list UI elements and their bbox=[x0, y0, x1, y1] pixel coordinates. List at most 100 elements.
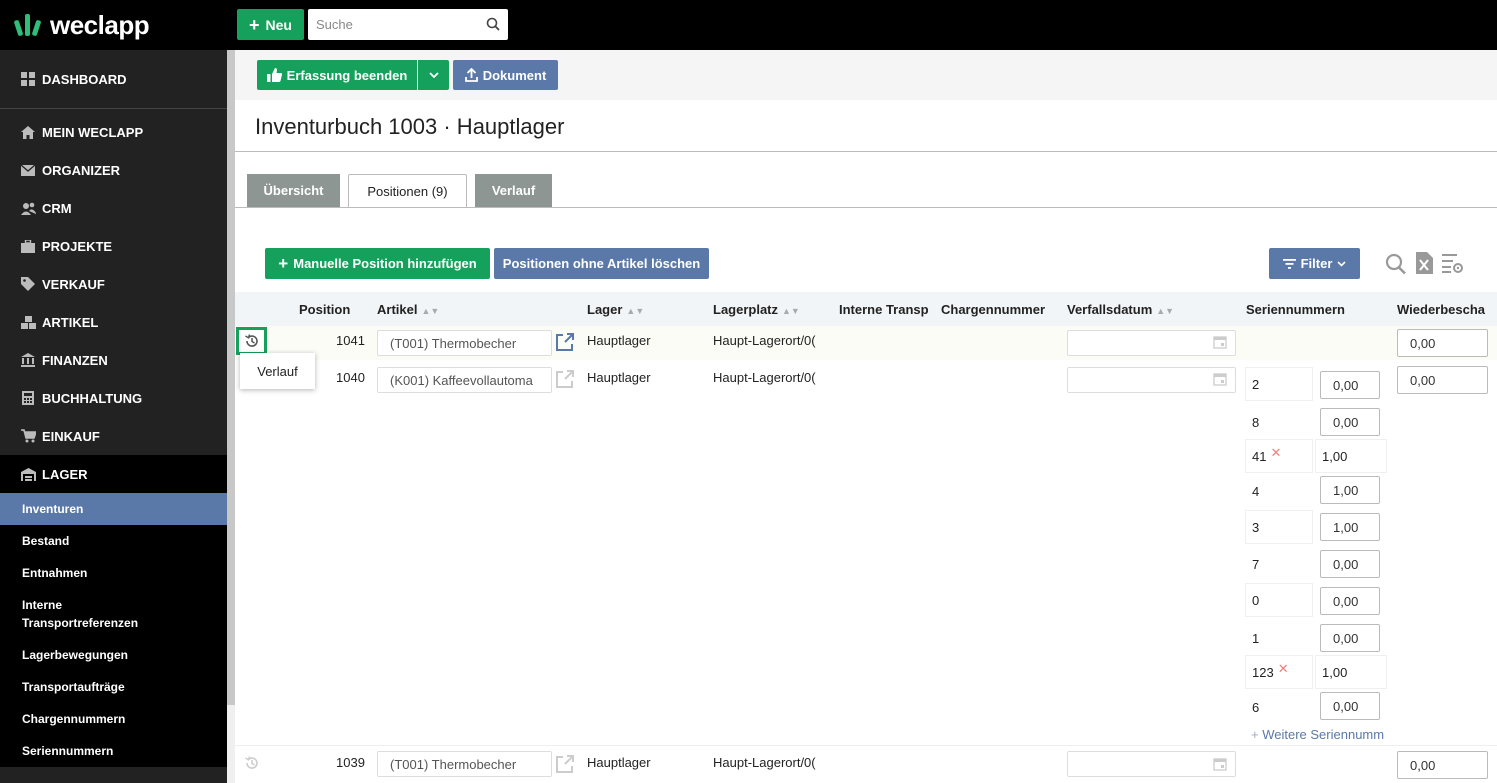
page-title: Inventurbuch 1003 · Hauptlager bbox=[255, 114, 565, 139]
row-divider bbox=[235, 745, 1497, 746]
replacement-value-field[interactable]: 0,00 bbox=[1397, 329, 1488, 357]
sidebar-sub-seriennummern[interactable]: Seriennummern bbox=[0, 735, 227, 767]
sidebar-sub-chargennummern[interactable]: Chargennummern bbox=[0, 703, 227, 735]
column-header-seriennummern[interactable]: Seriennummern bbox=[1246, 302, 1345, 317]
lager-cell: Hauptlager bbox=[587, 333, 651, 348]
table-search-icon[interactable] bbox=[1385, 252, 1407, 276]
history-icon[interactable] bbox=[244, 755, 260, 771]
serial-number: 4 bbox=[1252, 483, 1260, 499]
column-header-artikel[interactable]: Artikel ▲▼ bbox=[377, 302, 439, 317]
filter-icon bbox=[1282, 258, 1296, 269]
expiry-date-field[interactable] bbox=[1067, 751, 1236, 777]
add-manual-position-button[interactable]: + Manuelle Position hinzufügen bbox=[265, 248, 490, 279]
more-serial-numbers-link[interactable]: + Weitere Seriennumm bbox=[1251, 727, 1387, 742]
lager-cell: Hauptlager bbox=[587, 370, 651, 385]
filter-button[interactable]: Filter bbox=[1269, 248, 1360, 279]
sidebar-item-buchhaltung[interactable]: BUCHHALTUNG bbox=[0, 379, 227, 417]
sidebar-sub-transportauftraege[interactable]: Transportaufträge bbox=[0, 671, 227, 703]
lagerplatz-cell: Haupt-Lagerort/0( bbox=[713, 333, 816, 348]
replacement-value-field[interactable]: 0,00 bbox=[1397, 366, 1488, 394]
sidebar-item-lager[interactable]: LAGER bbox=[0, 455, 227, 493]
column-header-verfallsdatum[interactable]: Verfallsdatum ▲▼ bbox=[1067, 302, 1174, 317]
position-cell: 1039 bbox=[336, 755, 365, 770]
sidebar-scrollbar-thumb[interactable] bbox=[227, 50, 235, 705]
search-icon[interactable] bbox=[486, 17, 500, 31]
title-divider bbox=[235, 151, 1497, 152]
column-header-position[interactable]: Position bbox=[299, 302, 350, 317]
serial-number-item: 123 ✕ bbox=[1245, 655, 1313, 689]
delete-positions-without-article-button[interactable]: Positionen ohne Artikel löschen bbox=[494, 248, 709, 279]
lagerplatz-cell: Haupt-Lagerort/0( bbox=[713, 755, 816, 770]
serial-quantity-field[interactable]: 0,00 bbox=[1320, 371, 1380, 399]
serial-quantity-field[interactable]: 0,00 bbox=[1320, 408, 1380, 436]
new-button-label: Neu bbox=[265, 16, 292, 33]
sidebar-item-finanzen[interactable]: FINANZEN bbox=[0, 341, 227, 379]
tab-verlauf[interactable]: Verlauf bbox=[475, 174, 552, 207]
history-button[interactable] bbox=[236, 327, 267, 355]
finish-dropdown-button[interactable] bbox=[418, 60, 449, 90]
serial-quantity-field[interactable]: 0,00 bbox=[1320, 692, 1380, 720]
serial-number-item: 4 bbox=[1245, 474, 1313, 508]
column-header-chargennummer[interactable]: Chargennummer bbox=[941, 302, 1045, 317]
serial-quantity-field[interactable]: 0,00 bbox=[1320, 624, 1380, 652]
serial-quantity-field[interactable]: 0,00 bbox=[1320, 550, 1380, 578]
column-settings-icon[interactable] bbox=[1442, 252, 1464, 274]
bank-icon bbox=[20, 352, 36, 368]
open-external-icon[interactable] bbox=[555, 332, 575, 352]
article-field[interactable]: (T001) Thermobecher bbox=[377, 330, 552, 356]
replacement-value-field[interactable]: 0,00 bbox=[1397, 751, 1488, 779]
calendar-icon[interactable] bbox=[1213, 372, 1227, 386]
remove-icon[interactable]: ✕ bbox=[1270, 445, 1281, 461]
chevron-down-icon bbox=[428, 72, 439, 78]
sidebar-item-label: FINANZEN bbox=[42, 352, 108, 368]
serial-number-item: 2 bbox=[1245, 367, 1313, 401]
logo-text: weclapp bbox=[50, 9, 150, 40]
tab-divider bbox=[235, 207, 1497, 208]
excel-export-icon[interactable] bbox=[1416, 252, 1433, 274]
expiry-date-field[interactable] bbox=[1067, 330, 1236, 356]
new-button[interactable]: + Neu bbox=[237, 9, 304, 40]
tab-positionen[interactable]: Positionen (9) bbox=[348, 174, 467, 208]
document-label: Dokument bbox=[482, 67, 547, 83]
search-input[interactable] bbox=[308, 9, 478, 40]
article-field[interactable]: (T001) Thermobecher bbox=[377, 751, 552, 777]
sidebar-sub-lagerbewegungen[interactable]: Lagerbewegungen bbox=[0, 639, 227, 671]
tag-icon bbox=[20, 276, 36, 292]
column-header-interne-transportreferenz[interactable]: Interne Transp bbox=[839, 302, 931, 317]
sidebar-item-einkauf[interactable]: EINKAUF bbox=[0, 417, 227, 455]
sidebar-item-crm[interactable]: CRM bbox=[0, 189, 227, 227]
expiry-date-field[interactable] bbox=[1067, 367, 1236, 393]
sidebar-item-label: BUCHHALTUNG bbox=[42, 390, 143, 406]
document-button[interactable]: Dokument bbox=[453, 60, 558, 90]
open-external-icon[interactable] bbox=[555, 369, 575, 389]
add-manual-position-label: Manuelle Position hinzufügen bbox=[293, 256, 477, 271]
column-header-lager[interactable]: Lager ▲▼ bbox=[587, 302, 644, 317]
serial-quantity-field[interactable]: 0,00 bbox=[1320, 587, 1380, 615]
sidebar-sub-interne-transportreferenzen[interactable]: Interne Transportreferenzen bbox=[0, 589, 227, 639]
sidebar-item-verkauf[interactable]: VERKAUF bbox=[0, 265, 227, 303]
finish-capture-button[interactable]: Erfassung beenden bbox=[257, 60, 417, 90]
article-field[interactable]: (K001) Kaffeevollautoma bbox=[377, 367, 552, 393]
top-bar: weclapp + Neu bbox=[0, 0, 1497, 50]
column-header-lagerplatz[interactable]: Lagerplatz ▲▼ bbox=[713, 302, 800, 317]
sidebar-sub-bestand[interactable]: Bestand bbox=[0, 525, 227, 557]
tab-uebersicht[interactable]: Übersicht bbox=[247, 174, 340, 207]
serial-number: 1 bbox=[1252, 630, 1260, 646]
weclapp-logo[interactable]: weclapp bbox=[13, 9, 150, 41]
sidebar-item-dashboard[interactable]: DASHBOARD bbox=[0, 50, 227, 109]
calendar-icon[interactable] bbox=[1213, 757, 1227, 771]
sidebar-sub-entnahmen[interactable]: Entnahmen bbox=[0, 557, 227, 589]
calculator-icon bbox=[20, 390, 36, 406]
open-external-icon[interactable] bbox=[555, 754, 575, 774]
sidebar-item-organizer[interactable]: ORGANIZER bbox=[0, 151, 227, 189]
sidebar-item-artikel[interactable]: ARTIKEL bbox=[0, 303, 227, 341]
sidebar-sub-inventuren[interactable]: Inventuren bbox=[0, 493, 227, 525]
sidebar-item-label: VERKAUF bbox=[42, 276, 105, 292]
calendar-icon[interactable] bbox=[1213, 335, 1227, 349]
column-header-wiederbeschaffung[interactable]: Wiederbescha bbox=[1397, 302, 1497, 317]
remove-icon[interactable]: ✕ bbox=[1278, 661, 1289, 677]
sidebar-item-projekte[interactable]: PROJEKTE bbox=[0, 227, 227, 265]
sidebar-item-mein-weclapp[interactable]: MEIN WECLAPP bbox=[0, 113, 227, 151]
serial-quantity-field[interactable]: 1,00 bbox=[1320, 513, 1380, 541]
serial-quantity-field[interactable]: 1,00 bbox=[1320, 476, 1380, 504]
